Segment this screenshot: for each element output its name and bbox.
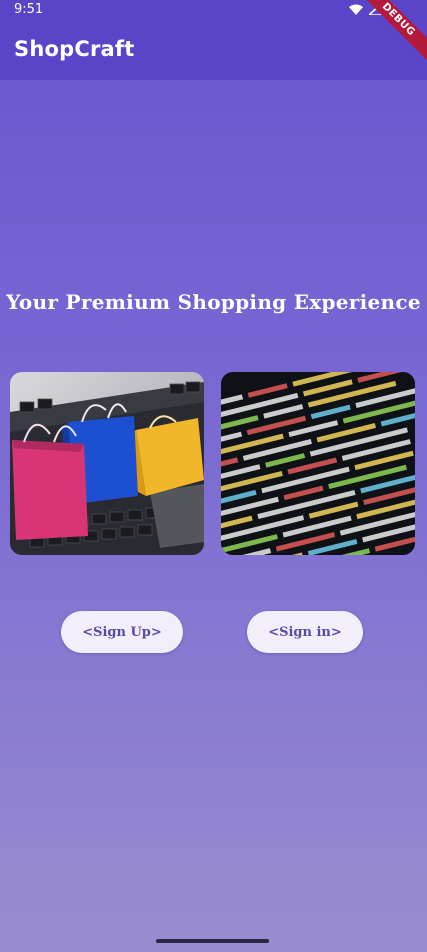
status-time: 9:51 — [14, 1, 44, 17]
code-screen-image — [221, 372, 415, 555]
page-headline: Your Premium Shopping Experience — [6, 290, 421, 314]
sign-in-button[interactable]: <Sign in> — [247, 611, 363, 653]
sign-up-button[interactable]: <Sign Up> — [61, 611, 183, 653]
status-bar: 9:51 — [0, 0, 427, 18]
navigation-gesture-handle[interactable] — [156, 939, 269, 943]
wifi-icon — [349, 4, 363, 15]
app-title: ShopCraft — [14, 37, 135, 61]
app-bar: ShopCraft — [0, 18, 427, 80]
shopping-bags-on-laptop-image — [10, 372, 204, 555]
